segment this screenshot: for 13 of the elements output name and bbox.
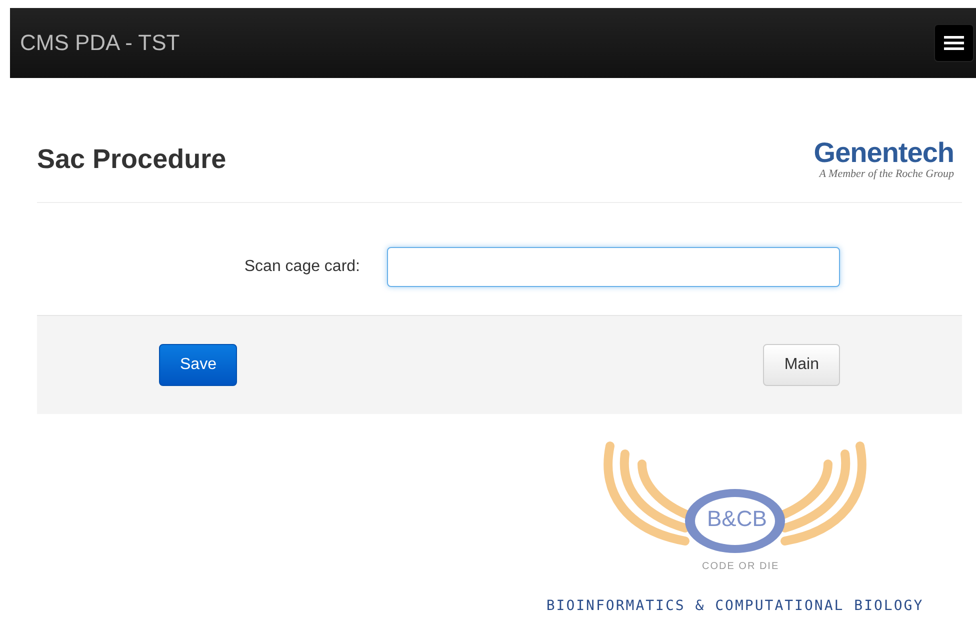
menu-icon (944, 35, 964, 51)
main-button[interactable]: Main (763, 344, 840, 386)
company-logo: Genentech (814, 138, 954, 168)
field-label: Scan cage card: (243, 258, 360, 276)
company-tagline: A Member of the Roche Group (819, 168, 954, 180)
emblem-caption: BIOINFORMATICS & COMPUTATIONAL BIOLOGY (546, 598, 924, 614)
emblem-motto: CODE OR DIE (702, 561, 780, 572)
app-brand[interactable]: CMS PDA - TST (20, 30, 180, 56)
page-title: Sac Procedure (37, 144, 226, 174)
input-field[interactable] (387, 247, 840, 287)
menu-button[interactable] (934, 24, 974, 62)
save-button[interactable]: Save (159, 344, 238, 386)
emblem-monogram: B&CB (707, 506, 767, 532)
